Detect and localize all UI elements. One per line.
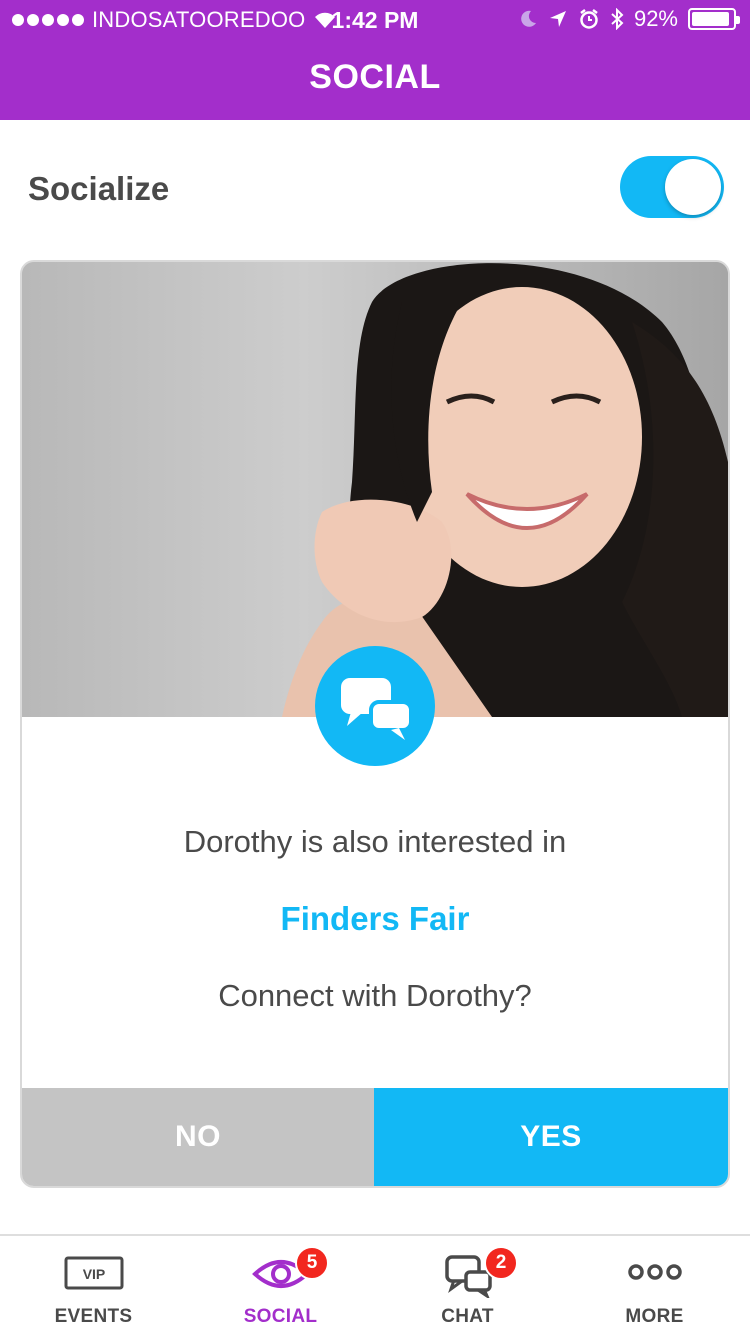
tab-chat-label: CHAT: [441, 1306, 494, 1327]
battery-icon: [688, 8, 740, 30]
battery-percent: 92%: [633, 6, 678, 31]
moon-icon: [521, 10, 536, 27]
bluetooth-icon: [611, 8, 624, 30]
more-dots-icon: [628, 1264, 682, 1280]
socialize-toggle[interactable]: [620, 156, 724, 218]
yes-button[interactable]: YES: [374, 1088, 728, 1186]
chat-bubbles-icon: [341, 678, 413, 740]
socialize-label: Socialize: [28, 170, 170, 207]
tab-events-label: EVENTS: [54, 1306, 133, 1327]
top-bar: INDOSATOOREDOO 1:42 PM 92% SOCIAL: [0, 0, 750, 120]
vip-icon: VIP: [64, 1256, 124, 1290]
tab-more-label: MORE: [625, 1306, 684, 1327]
tab-social[interactable]: 5 SOCIAL: [187, 1236, 374, 1334]
vip-icon-text: VIP: [83, 1266, 106, 1282]
toggle-knob: [665, 159, 721, 215]
tab-more[interactable]: MORE: [561, 1236, 748, 1334]
social-badge: 5: [295, 1246, 329, 1280]
location-arrow-icon: [549, 11, 566, 27]
event-name[interactable]: Finders Fair: [22, 900, 728, 938]
status-bar: INDOSATOOREDOO 1:42 PM 92%: [0, 0, 750, 40]
tab-bar: VIP EVENTS 5 SOCIAL 2 CHAT MORE: [0, 1234, 750, 1334]
tab-social-label: SOCIAL: [243, 1306, 318, 1327]
match-card: Dorothy is also interested in Finders Fa…: [20, 260, 730, 1188]
tab-chat[interactable]: 2 CHAT: [374, 1236, 561, 1334]
page-title: SOCIAL: [309, 58, 441, 96]
alarm-icon: [580, 9, 598, 29]
no-button[interactable]: NO: [22, 1088, 374, 1186]
chat-bubbles-badge: [315, 646, 435, 766]
tab-events[interactable]: VIP EVENTS: [0, 1236, 187, 1334]
interest-text: Dorothy is also interested in: [183, 824, 567, 859]
chat-badge: 2: [484, 1246, 518, 1280]
connect-question: Connect with Dorothy?: [218, 978, 532, 1013]
